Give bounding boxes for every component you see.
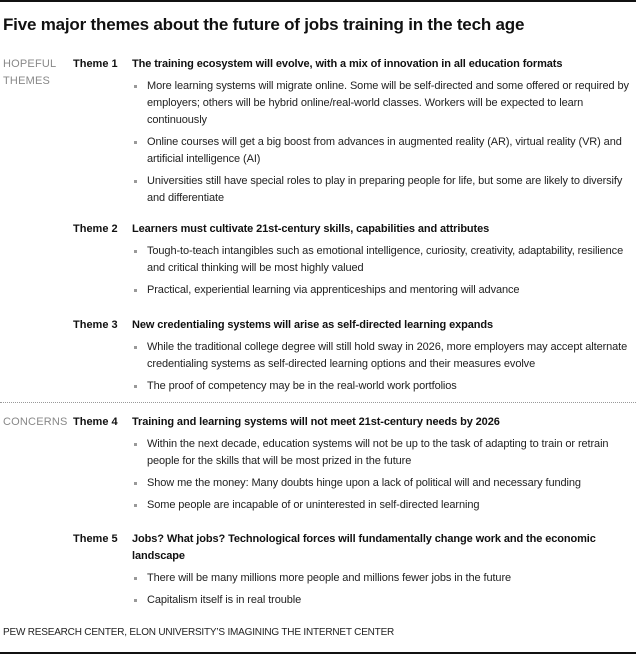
bullet-text: Universities still have special roles to… <box>147 175 623 204</box>
category-label-line: CONCERNS <box>3 416 68 428</box>
list-item: Universities still have special roles to… <box>132 173 632 207</box>
theme-number: Theme 1 <box>73 58 118 70</box>
list-item: While the traditional college degree wil… <box>132 339 632 373</box>
bullet-text: While the traditional college degree wil… <box>147 341 628 370</box>
theme-heading: Learners must cultivate 21st-century ski… <box>132 223 490 235</box>
category-label-line: HOPEFUL <box>3 58 57 70</box>
theme-number: Theme 3 <box>73 319 118 331</box>
bullet-text: The proof of competency may be in the re… <box>147 380 457 392</box>
list-item: Capitalism itself is in real trouble <box>132 592 632 609</box>
section-divider <box>0 402 636 403</box>
theme-bullets: More learning systems will migrate onlin… <box>132 78 632 212</box>
theme-bullets: Within the next decade, education system… <box>132 436 632 519</box>
bullet-icon <box>134 504 137 507</box>
bullet-icon <box>134 141 137 144</box>
source-note: PEW RESEARCH CENTER, ELON UNIVERSITY’S I… <box>3 627 395 638</box>
bullet-icon <box>134 85 137 88</box>
list-item: Tough-to-teach intangibles such as emoti… <box>132 243 632 277</box>
theme-heading: Training and learning systems will not m… <box>132 416 500 428</box>
bottom-rule <box>0 652 636 654</box>
theme-number: Theme 5 <box>73 533 118 545</box>
list-item: There will be many millions more people … <box>132 570 632 587</box>
list-item: Some people are incapable of or unintere… <box>132 497 632 514</box>
bullet-text: Show me the money: Many doubts hinge upo… <box>147 477 581 489</box>
bullet-icon <box>134 250 137 253</box>
list-item: Online courses will get a big boost from… <box>132 134 632 168</box>
bullet-text: Within the next decade, education system… <box>147 438 609 467</box>
list-item: Practical, experiential learning via app… <box>132 282 632 299</box>
theme-heading: Jobs? What jobs? Technological forces wi… <box>132 533 596 562</box>
bullet-text: Practical, experiential learning via app… <box>147 284 520 296</box>
top-rule <box>0 0 636 2</box>
category-label-concerns: CONCERNS <box>3 414 68 431</box>
list-item: The proof of competency may be in the re… <box>132 378 632 395</box>
category-label-line: THEMES <box>3 75 51 87</box>
bullet-text: More learning systems will migrate onlin… <box>147 80 629 126</box>
theme-bullets: Tough-to-teach intangibles such as emoti… <box>132 243 632 304</box>
list-item: Within the next decade, education system… <box>132 436 632 470</box>
page-title: Five major themes about the future of jo… <box>3 15 525 34</box>
theme-heading: New credentialing systems will arise as … <box>132 319 494 331</box>
bullet-icon <box>134 385 137 388</box>
bullet-text: Some people are incapable of or unintere… <box>147 499 480 511</box>
bullet-text: There will be many millions more people … <box>147 572 512 584</box>
theme-heading: The training ecosystem will evolve, with… <box>132 58 563 70</box>
bullet-icon <box>134 443 137 446</box>
bullet-icon <box>134 346 137 349</box>
bullet-text: Capitalism itself is in real trouble <box>147 594 302 606</box>
bullet-text: Online courses will get a big boost from… <box>147 136 622 165</box>
bullet-icon <box>134 599 137 602</box>
bullet-icon <box>134 289 137 292</box>
bullet-icon <box>134 482 137 485</box>
theme-bullets: While the traditional college degree wil… <box>132 339 632 400</box>
category-label-hopeful: HOPEFUL THEMES <box>3 56 56 90</box>
list-item: Show me the money: Many doubts hinge upo… <box>132 475 632 492</box>
bullet-text: Tough-to-teach intangibles such as emoti… <box>147 245 624 274</box>
bullet-icon <box>134 577 137 580</box>
bullet-icon <box>134 180 137 183</box>
theme-number: Theme 4 <box>73 416 118 428</box>
theme-bullets: There will be many millions more people … <box>132 570 632 614</box>
list-item: More learning systems will migrate onlin… <box>132 78 632 129</box>
theme-number: Theme 2 <box>73 223 118 235</box>
